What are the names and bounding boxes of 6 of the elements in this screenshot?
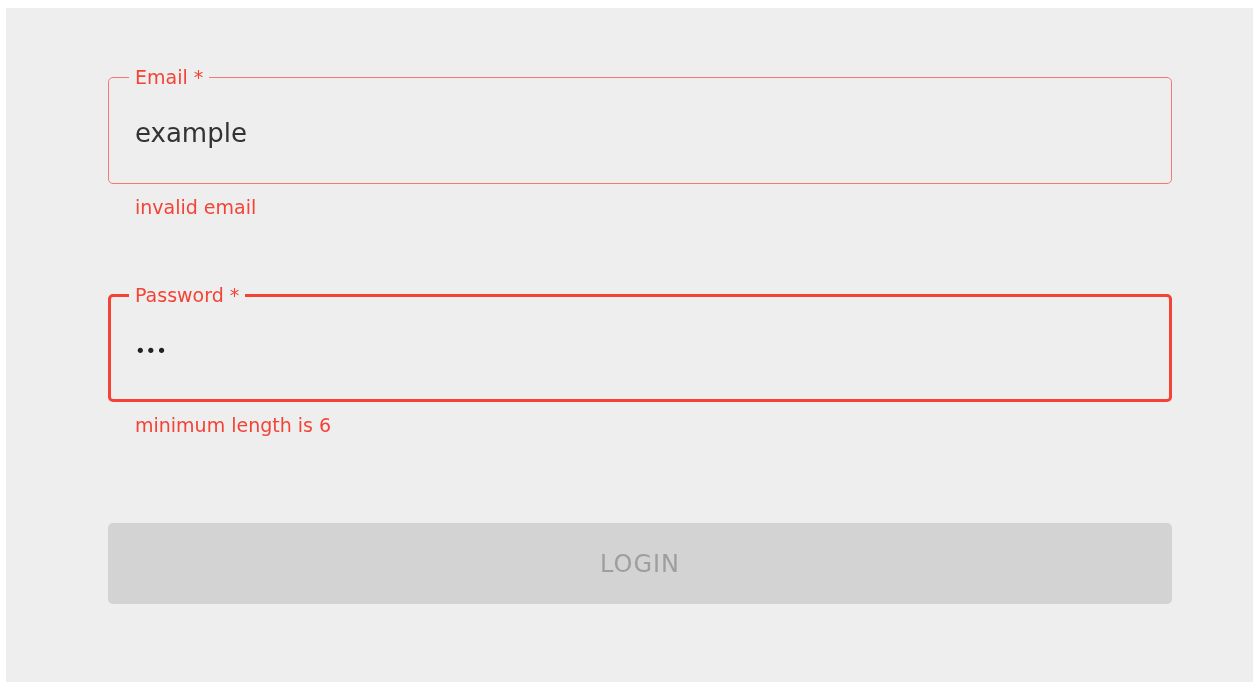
password-field[interactable]: ••• (135, 340, 167, 361)
field-label: Password * (134, 285, 241, 305)
email-field[interactable]: example (135, 117, 247, 148)
error-message: minimum length is 6 (134, 413, 333, 436)
field-label: Email * (134, 67, 205, 87)
error-message: invalid email (134, 195, 258, 218)
